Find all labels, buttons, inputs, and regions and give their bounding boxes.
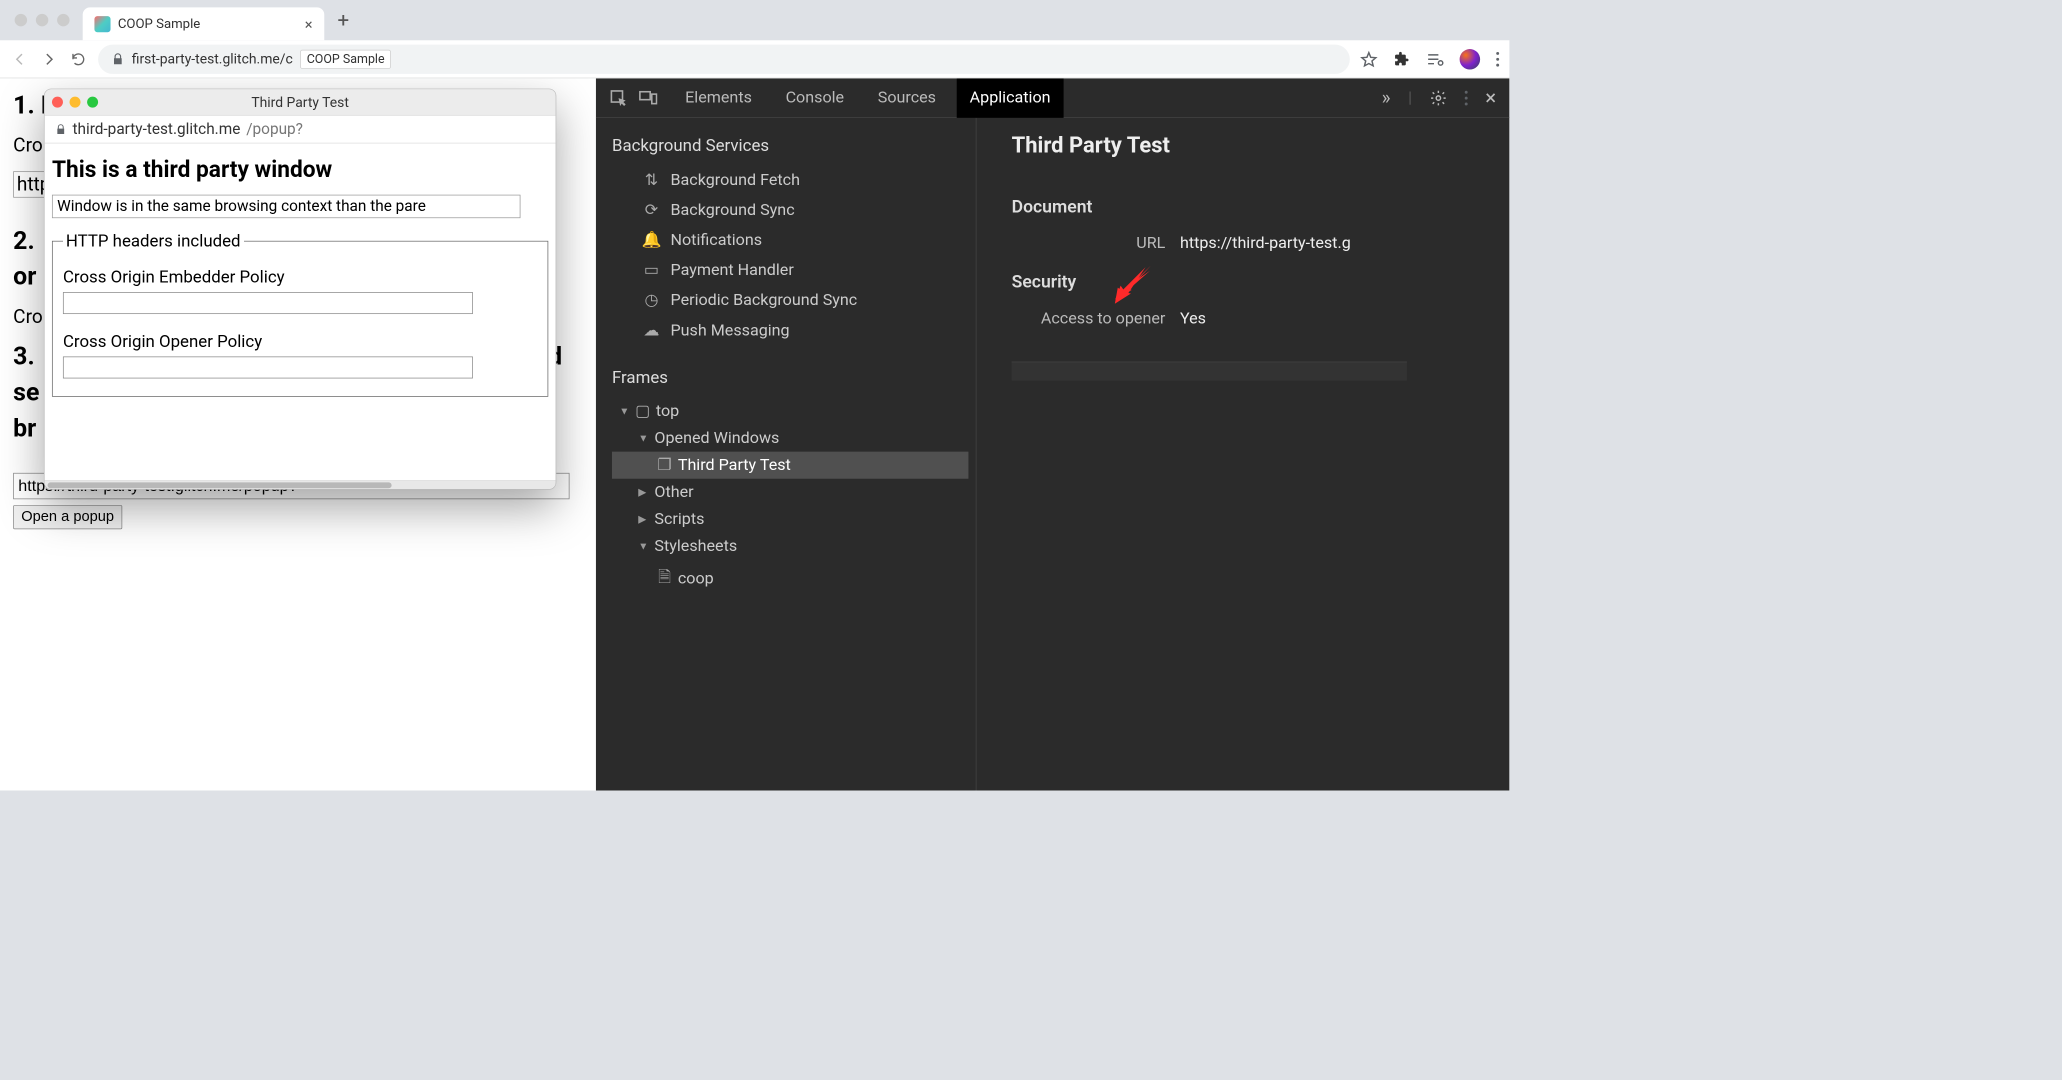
popup-url-host: third-party-test.glitch.me <box>72 120 240 138</box>
popup-body: This is a third party window Window is i… <box>45 143 556 480</box>
devtools-main: Third Party Test Document URL https://th… <box>976 118 1509 791</box>
file-icon: 🗎 <box>657 564 672 592</box>
sidebar-item-bgsync[interactable]: ⟳Background Sync <box>612 195 968 225</box>
coop-input[interactable] <box>63 356 473 378</box>
tree-opened-windows[interactable]: ▼ Opened Windows <box>612 425 968 452</box>
sidebar-item-periodic[interactable]: ◷Periodic Background Sync <box>612 285 968 315</box>
inspect-icon[interactable] <box>609 88 628 107</box>
url-label: URL <box>1012 234 1166 252</box>
sidebar-heading-frames: Frames <box>612 367 968 387</box>
popup-urlbar[interactable]: third-party-test.glitch.me/popup? <box>45 116 556 144</box>
page-heading-3a: 3. <box>13 343 35 372</box>
omnibox-url: first-party-test.glitch.me/c <box>132 51 293 68</box>
page-content: 1. Load this page with a COOP header Cro… <box>0 78 596 790</box>
sync-icon: ⟳ <box>643 201 661 219</box>
tree-other[interactable]: ▶Other <box>612 479 968 506</box>
tree-scripts[interactable]: ▶Scripts <box>612 506 968 533</box>
browser-tabstrip: COOP Sample × + <box>0 0 1509 40</box>
popup-title: Third Party Test <box>45 94 556 111</box>
tab-console[interactable]: Console <box>772 78 857 117</box>
fieldset-legend: HTTP headers included <box>63 231 244 251</box>
popup-heading: This is a third party window <box>52 157 548 183</box>
sidebar-item-bgfetch[interactable]: ⇅Background Fetch <box>612 165 968 195</box>
kv-url: URL https://third-party-test.g <box>1012 230 1510 257</box>
extensions-icon[interactable] <box>1394 51 1410 67</box>
page-heading-2: 2. <box>13 226 35 255</box>
more-tabs-icon[interactable]: » <box>1382 87 1391 109</box>
section-security: Security <box>1012 272 1510 292</box>
tab-sources[interactable]: Sources <box>865 78 950 117</box>
coop-label: Cross Origin Opener Policy <box>63 331 537 351</box>
bell-icon: 🔔 <box>643 231 661 249</box>
coep-label: Cross Origin Embedder Policy <box>63 267 537 287</box>
kv-opener: Access to opener Yes <box>1012 305 1510 332</box>
popup-window: Third Party Test third-party-test.glitch… <box>44 89 556 490</box>
close-devtools-icon[interactable]: × <box>1485 86 1496 110</box>
devtools-kebab-icon[interactable] <box>1465 90 1468 105</box>
bookmark-star-icon[interactable] <box>1360 50 1378 68</box>
browser-tab[interactable]: COOP Sample × <box>83 7 325 40</box>
arrow-annotation-icon <box>1110 264 1154 304</box>
media-icon[interactable] <box>1426 52 1444 67</box>
sidebar-heading-bg: Background Services <box>612 135 968 155</box>
tree-third-party[interactable]: ❐ Third Party Test <box>612 452 968 479</box>
popup-url-path: /popup? <box>246 120 303 138</box>
tab-application[interactable]: Application <box>956 78 1063 117</box>
devtools-footer-bar <box>1012 362 1407 381</box>
popup-titlebar[interactable]: Third Party Test <box>45 89 556 115</box>
devtools-panel: Elements Console Sources Application » |… <box>596 78 1510 790</box>
lock-icon <box>111 52 124 65</box>
url-value: https://third-party-test.g <box>1180 234 1351 252</box>
device-icon[interactable] <box>638 88 657 107</box>
sidebar-item-notifications[interactable]: 🔔Notifications <box>612 225 968 255</box>
window-icon: ▢ <box>635 402 650 420</box>
profile-avatar[interactable] <box>1460 49 1480 69</box>
main-title: Third Party Test <box>1012 132 1510 158</box>
headers-fieldset: HTTP headers included Cross Origin Embed… <box>52 231 548 396</box>
kebab-menu-icon[interactable] <box>1496 52 1499 67</box>
fetch-icon: ⇅ <box>643 171 661 189</box>
forward-button[interactable] <box>40 50 59 68</box>
window-copy-icon: ❐ <box>657 456 672 474</box>
new-tab-button[interactable]: + <box>330 8 356 32</box>
browser-toolbar: first-party-test.glitch.me/c COOP Sample <box>0 40 1509 78</box>
tab-title: COOP Sample <box>118 16 298 31</box>
tab-favicon <box>94 16 110 32</box>
popup-scrollbar[interactable] <box>45 480 556 489</box>
clock-icon: ◷ <box>643 291 661 309</box>
card-icon: ▭ <box>643 261 661 279</box>
tree-top[interactable]: ▼ ▢ top <box>612 397 968 424</box>
close-icon[interactable]: × <box>305 15 313 33</box>
open-popup-button[interactable]: Open a popup <box>13 505 122 529</box>
coep-input[interactable] <box>63 292 473 314</box>
omnibox[interactable]: first-party-test.glitch.me/c COOP Sample <box>98 44 1350 73</box>
devtools-sidebar: Background Services ⇅Background Fetch ⟳B… <box>596 118 977 791</box>
window-traffic-lights <box>7 14 77 26</box>
sidebar-item-push[interactable]: ☁Push Messaging <box>612 315 968 345</box>
lock-icon <box>55 123 67 135</box>
omnibox-hint: COOP Sample <box>300 49 391 68</box>
opener-label: Access to opener <box>1012 310 1166 328</box>
sidebar-item-payment[interactable]: ▭Payment Handler <box>612 255 968 285</box>
opener-value: Yes <box>1180 310 1206 328</box>
gear-icon[interactable] <box>1430 89 1448 107</box>
devtools-tabbar: Elements Console Sources Application » |… <box>596 78 1510 118</box>
tab-elements[interactable]: Elements <box>672 78 765 117</box>
tree-stylesheets[interactable]: ▼Stylesheets <box>612 533 968 560</box>
section-document: Document <box>1012 196 1510 216</box>
context-message[interactable]: Window is in the same browsing context t… <box>52 194 520 217</box>
tree-coop[interactable]: 🗎 coop <box>612 560 968 597</box>
back-button[interactable] <box>10 50 29 68</box>
reload-button[interactable] <box>69 51 88 67</box>
cloud-icon: ☁ <box>643 321 661 339</box>
